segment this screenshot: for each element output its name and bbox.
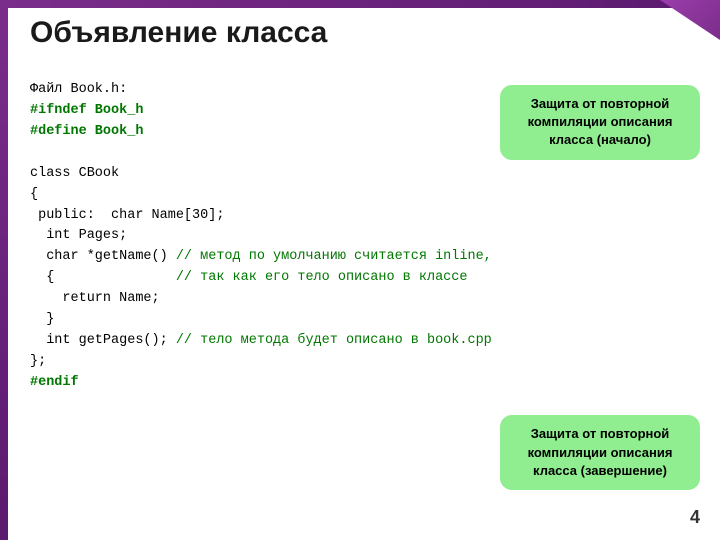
code-public: public: char Name[30]; <box>30 208 224 223</box>
code-getname: char *getName() // метод по умолчанию сч… <box>30 249 492 264</box>
code-class: class CBook <box>30 166 119 181</box>
callout-top-text: Защита от повторной компиляции описания … <box>528 96 673 147</box>
code-ifndef: #ifndef Book_h <box>30 103 143 118</box>
code-return: return Name; <box>30 291 160 306</box>
left-accent-bar <box>0 0 8 540</box>
code-area: Файл Book.h: #ifndef Book_h #define Book… <box>30 80 492 394</box>
callout-bottom: Защита от повторной компиляции описания … <box>500 415 700 490</box>
code-define: #define Book_h <box>30 124 143 139</box>
slide-title: Объявление класса <box>30 16 327 50</box>
code-brace-open: { <box>30 187 38 202</box>
slide: Объявление класса Файл Book.h: #ifndef B… <box>0 0 720 540</box>
top-accent-bar <box>0 0 720 8</box>
code-brace3: } <box>30 312 54 327</box>
callout-bottom-text: Защита от повторной компиляции описания … <box>528 426 673 477</box>
code-getpages: int getPages(); // тело метода будет опи… <box>30 333 492 348</box>
corner-decoration <box>660 0 720 40</box>
page-number: 4 <box>690 507 700 528</box>
file-label: Файл Book.h: <box>30 82 127 97</box>
code-endif: #endif <box>30 375 79 390</box>
code-int-pages: int Pages; <box>30 228 127 243</box>
callout-top: Защита от повторной компиляции описания … <box>500 85 700 160</box>
code-end-brace: }; <box>30 354 46 369</box>
code-brace2: { // так как его тело описано в классе <box>30 270 467 285</box>
